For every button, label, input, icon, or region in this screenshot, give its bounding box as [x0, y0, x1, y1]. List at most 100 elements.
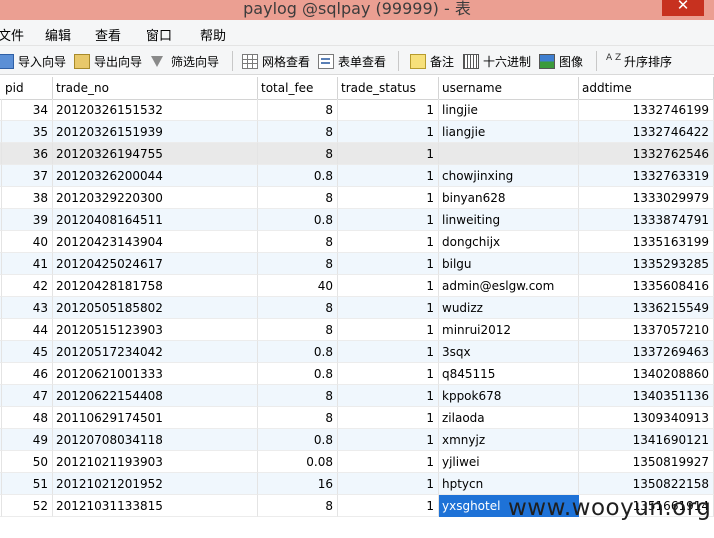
table-row[interactable]: 38 20120329220300 8 1 binyan628 1333029979: [0, 187, 714, 209]
menu-help[interactable]: 帮助: [200, 25, 226, 44]
cell-trade-no[interactable]: 20120326200044: [53, 165, 258, 187]
cell-trade-status[interactable]: 1: [338, 121, 439, 143]
cell-trade-status[interactable]: 1: [338, 341, 439, 363]
cell-addtime[interactable]: 1340351136: [579, 385, 714, 407]
menu-window[interactable]: 窗口: [146, 25, 172, 44]
table-row[interactable]: 48 20110629174501 8 1 zilaoda 1309340913: [0, 407, 714, 429]
column-header-addtime[interactable]: addtime: [579, 77, 714, 99]
form-view-button[interactable]: 表单查看: [318, 52, 386, 70]
cell-username[interactable]: [439, 143, 579, 165]
cell-pid[interactable]: 34: [2, 99, 53, 121]
cell-pid[interactable]: 51: [2, 473, 53, 495]
cell-pid[interactable]: 47: [2, 385, 53, 407]
column-header-pid[interactable]: pid: [2, 77, 53, 99]
cell-total-fee[interactable]: 8: [258, 121, 338, 143]
cell-trade-no[interactable]: 20120326151939: [53, 121, 258, 143]
cell-total-fee[interactable]: 16: [258, 473, 338, 495]
cell-total-fee[interactable]: 8: [258, 187, 338, 209]
cell-username[interactable]: admin@eslgw.com: [439, 275, 579, 297]
cell-trade-no[interactable]: 20120708034118: [53, 429, 258, 451]
table-row[interactable]: 42 20120428181758 40 1 admin@eslgw.com 133560…: [0, 275, 714, 297]
cell-pid[interactable]: 41: [2, 253, 53, 275]
cell-total-fee[interactable]: 8: [258, 495, 338, 517]
cell-addtime[interactable]: 1335163199: [579, 231, 714, 253]
cell-addtime[interactable]: 1333874791: [579, 209, 714, 231]
cell-total-fee[interactable]: 8: [258, 319, 338, 341]
cell-trade-no[interactable]: 20120621001333: [53, 363, 258, 385]
filter-wizard-button[interactable]: 筛选向导: [151, 52, 219, 70]
menu-edit[interactable]: 编辑: [45, 25, 71, 44]
cell-pid[interactable]: 35: [2, 121, 53, 143]
cell-trade-no[interactable]: 20120505185802: [53, 297, 258, 319]
cell-addtime[interactable]: 1309340913: [579, 407, 714, 429]
table-row[interactable]: 44 20120515123903 8 1 minrui2012 1337057210: [0, 319, 714, 341]
cell-trade-no[interactable]: 20120515123903: [53, 319, 258, 341]
cell-username[interactable]: wudizz: [439, 297, 579, 319]
cell-username[interactable]: kppok678: [439, 385, 579, 407]
cell-username[interactable]: yjliwei: [439, 451, 579, 473]
cell-total-fee[interactable]: 0.8: [258, 341, 338, 363]
cell-total-fee[interactable]: 0.8: [258, 363, 338, 385]
cell-trade-status[interactable]: 1: [338, 209, 439, 231]
cell-addtime[interactable]: 1332762546: [579, 143, 714, 165]
cell-trade-status[interactable]: 1: [338, 363, 439, 385]
cell-pid[interactable]: 36: [2, 143, 53, 165]
cell-addtime[interactable]: 1335293285: [579, 253, 714, 275]
cell-trade-no[interactable]: 20120326151532: [53, 99, 258, 121]
cell-trade-status[interactable]: 1: [338, 473, 439, 495]
cell-trade-no[interactable]: 20121021201952: [53, 473, 258, 495]
cell-trade-no[interactable]: 20120329220300: [53, 187, 258, 209]
cell-pid[interactable]: 45: [2, 341, 53, 363]
cell-username[interactable]: binyan628: [439, 187, 579, 209]
cell-trade-status[interactable]: 1: [338, 187, 439, 209]
grid-view-button[interactable]: 网格查看: [242, 52, 310, 70]
cell-pid[interactable]: 43: [2, 297, 53, 319]
cell-trade-no[interactable]: 20110629174501: [53, 407, 258, 429]
column-header-total-fee[interactable]: total_fee: [258, 77, 338, 99]
cell-username[interactable]: hptycn: [439, 473, 579, 495]
cell-username[interactable]: linweiting: [439, 209, 579, 231]
cell-total-fee[interactable]: 0.8: [258, 209, 338, 231]
column-header-trade-no[interactable]: trade_no: [53, 77, 258, 99]
data-grid[interactable]: pid trade_no total_fee trade_status user…: [0, 77, 714, 538]
cell-total-fee[interactable]: 0.8: [258, 429, 338, 451]
cell-addtime[interactable]: 1337269463: [579, 341, 714, 363]
table-row[interactable]: 35 20120326151939 8 1 liangjie 1332746422: [0, 121, 714, 143]
table-row[interactable]: 40 20120423143904 8 1 dongchijx 1335163199: [0, 231, 714, 253]
table-row[interactable]: 39 20120408164511 0.8 1 linweiting 1333874791: [0, 209, 714, 231]
cell-username[interactable]: dongchijx: [439, 231, 579, 253]
cell-username[interactable]: zilaoda: [439, 407, 579, 429]
cell-total-fee[interactable]: 0.08: [258, 451, 338, 473]
cell-addtime[interactable]: 1336215549: [579, 297, 714, 319]
cell-trade-no[interactable]: 20120517234042: [53, 341, 258, 363]
sort-ascending-button[interactable]: A Z 升序排序: [606, 52, 672, 70]
cell-total-fee[interactable]: 8: [258, 253, 338, 275]
cell-username[interactable]: lingjie: [439, 99, 579, 121]
cell-username[interactable]: chowjinxing: [439, 165, 579, 187]
cell-trade-status[interactable]: 1: [338, 165, 439, 187]
cell-total-fee[interactable]: 8: [258, 297, 338, 319]
table-row[interactable]: 34 20120326151532 8 1 lingjie 1332746199: [0, 99, 714, 121]
cell-pid[interactable]: 48: [2, 407, 53, 429]
cell-trade-status[interactable]: 1: [338, 495, 439, 517]
cell-trade-no[interactable]: 20121031133815: [53, 495, 258, 517]
export-wizard-button[interactable]: 导出向导: [74, 52, 142, 70]
cell-addtime[interactable]: 1335608416: [579, 275, 714, 297]
cell-addtime[interactable]: 1333029979: [579, 187, 714, 209]
cell-trade-no[interactable]: 20120622154408: [53, 385, 258, 407]
cell-trade-status[interactable]: 1: [338, 143, 439, 165]
table-row[interactable]: 36 20120326194755 8 1 1332762546: [0, 143, 714, 165]
cell-trade-status[interactable]: 1: [338, 451, 439, 473]
import-wizard-button[interactable]: 导入向导: [0, 52, 66, 70]
cell-username[interactable]: xmnyjz: [439, 429, 579, 451]
cell-addtime[interactable]: 1332746422: [579, 121, 714, 143]
cell-trade-no[interactable]: 20120326194755: [53, 143, 258, 165]
cell-addtime[interactable]: 1332746199: [579, 99, 714, 121]
cell-pid[interactable]: 39: [2, 209, 53, 231]
cell-username[interactable]: minrui2012: [439, 319, 579, 341]
cell-pid[interactable]: 50: [2, 451, 53, 473]
cell-pid[interactable]: 38: [2, 187, 53, 209]
table-row[interactable]: 51 20121021201952 16 1 hptycn 1350822158: [0, 473, 714, 495]
menu-file[interactable]: 文件: [0, 25, 24, 44]
cell-trade-status[interactable]: 1: [338, 99, 439, 121]
